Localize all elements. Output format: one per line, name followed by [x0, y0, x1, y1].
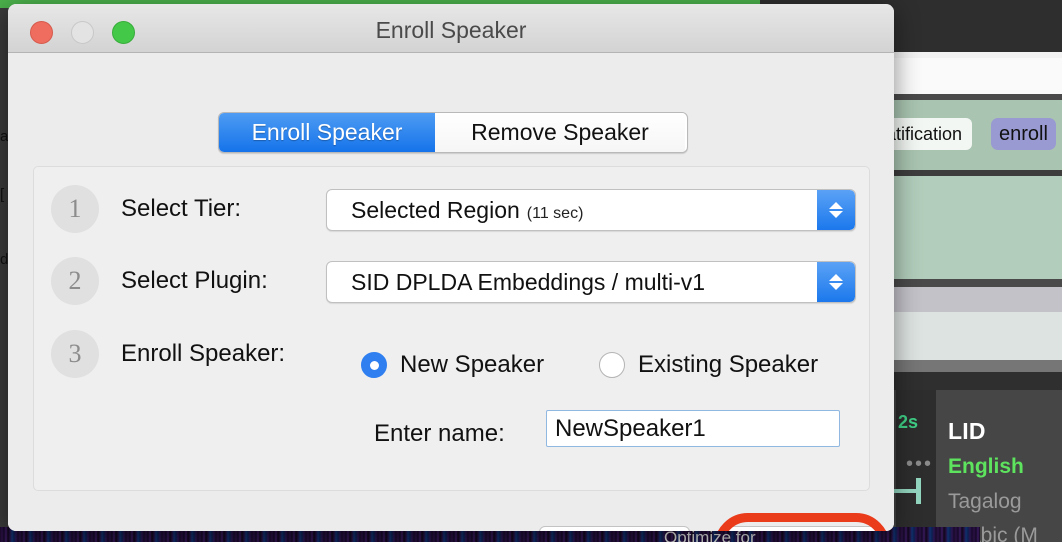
select-tier-dropdown[interactable]: Selected Region (11 sec) — [326, 189, 856, 231]
overflow-dots-icon[interactable]: ••• — [906, 454, 933, 474]
cancel-button[interactable]: Cancel — [539, 526, 690, 531]
radio-existing-speaker-label: Existing Speaker — [638, 351, 819, 378]
step-1-row: 1 Select Tier: — [51, 185, 241, 233]
radio-existing-speaker[interactable]: Existing Speaker — [599, 351, 818, 379]
select-plugin-stepper-icon[interactable] — [817, 262, 855, 302]
select-tier-value-wrap: Selected Region (11 sec) — [327, 197, 817, 224]
submit-button[interactable]: Submit — [727, 526, 878, 531]
background-lane-divider-5 — [894, 360, 1062, 372]
step-2-row: 2 Select Plugin: — [51, 257, 268, 305]
background-lane-divider-4 — [894, 279, 1062, 287]
select-plugin-dropdown[interactable]: SID DPLDA Embeddings / multi-v1 — [326, 261, 856, 303]
background-lane-green-2 — [894, 176, 1062, 279]
background-lane-toolbar — [894, 8, 1062, 52]
dialog-titlebar[interactable]: Enroll Speaker — [8, 4, 894, 53]
select-plugin-value-wrap: SID DPLDA Embeddings / multi-v1 — [327, 269, 817, 296]
radio-new-speaker-label: New Speaker — [400, 351, 545, 378]
select-tier-value: Selected Region — [351, 196, 520, 223]
chevron-down-icon — [829, 211, 843, 218]
chevron-down-icon — [829, 283, 843, 290]
step-3-badge: 3 — [51, 330, 99, 378]
tab-segmented-control[interactable]: Enroll Speaker Remove Speaker — [218, 112, 688, 153]
chevron-up-icon — [829, 202, 843, 209]
enroll-speaker-dialog: Enroll Speaker Enroll Speaker Remove Spe… — [8, 4, 894, 531]
select-tier-duration: (11 sec) — [526, 204, 584, 222]
enroll-form-groupbox: 1 Select Tier: Selected Region (11 sec) … — [33, 166, 870, 491]
time-marker-label: 2s — [898, 412, 919, 432]
speaker-name-input[interactable]: NewSpeaker1 — [546, 410, 840, 447]
lid-row-tagalog: Tagalog — [948, 490, 1022, 513]
radio-existing-speaker-indicator[interactable] — [599, 352, 625, 378]
name-field-label: Enter name: — [374, 420, 505, 447]
lid-row-english: English — [948, 455, 1024, 478]
step-1-label: Select Tier: — [121, 195, 242, 222]
background-lane-white — [894, 58, 1062, 94]
dialog-title: Enroll Speaker — [375, 17, 527, 43]
step-2-badge: 2 — [51, 257, 99, 305]
step-1-badge: 1 — [51, 185, 99, 233]
select-plugin-value: SID DPLDA Embeddings / multi-v1 — [351, 268, 706, 295]
tab-enroll-speaker[interactable]: Enroll Speaker — [219, 113, 435, 152]
radio-new-speaker-indicator[interactable] — [361, 352, 387, 378]
left-glyph-2: [ — [0, 186, 5, 203]
background-lane-grey — [894, 287, 1062, 312]
select-tier-stepper-icon[interactable] — [817, 190, 855, 230]
segment-handle-cap-icon[interactable] — [916, 478, 921, 504]
tab-remove-speaker[interactable]: Remove Speaker — [435, 113, 685, 152]
step-2-label: Select Plugin: — [121, 267, 268, 294]
chip-enroll[interactable]: enroll — [991, 118, 1056, 150]
radio-new-speaker[interactable]: New Speaker — [361, 351, 544, 379]
chevron-up-icon — [829, 274, 843, 281]
lid-title: LID — [948, 418, 986, 444]
step-3-row: 3 Enroll Speaker: — [51, 330, 285, 378]
background-lane-dark — [894, 372, 1062, 390]
dialog-body: Enroll Speaker Remove Speaker 1 Select T… — [8, 53, 894, 531]
background-lane-pale — [894, 312, 1062, 360]
step-3-label: Enroll Speaker: — [121, 340, 286, 367]
